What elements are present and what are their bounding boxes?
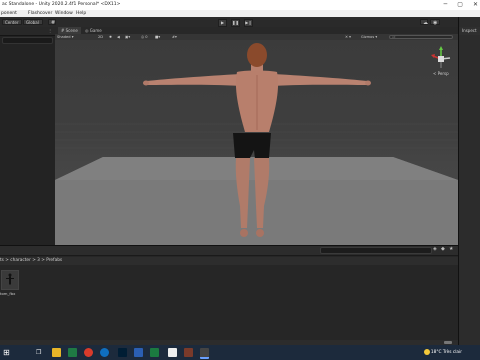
photoshop-icon[interactable]	[118, 348, 127, 357]
hierarchy-header: ⋮	[0, 27, 55, 36]
label-icon[interactable]: ◆	[441, 246, 445, 252]
sun-icon	[423, 348, 430, 355]
unity-icon[interactable]	[200, 348, 209, 359]
window-titlebar: ac Standalone - Unity 2020.2.4f1 Persona…	[0, 0, 480, 10]
grid-icon: #	[51, 20, 56, 26]
star-icon[interactable]: ★	[449, 246, 453, 252]
close-icon[interactable]: ✕	[473, 0, 478, 10]
tab-game-label: Game	[89, 28, 102, 33]
hierarchy-search[interactable]	[2, 37, 53, 44]
asset-thumbnail[interactable]	[1, 270, 19, 290]
opera-icon[interactable]	[84, 348, 93, 357]
task-view-icon[interactable]: ❐	[36, 348, 45, 357]
services-button[interactable]: ◉	[430, 19, 440, 26]
weather-text[interactable]: Très clair	[443, 350, 462, 355]
excel-icon[interactable]	[150, 348, 159, 357]
maximize-icon[interactable]: ▢	[457, 0, 463, 10]
project-search-input[interactable]	[320, 247, 432, 254]
global-label: Global	[26, 20, 39, 25]
breadcrumb: ts > character > 3 > Prefabs	[0, 257, 458, 265]
app-icon-green[interactable]	[68, 348, 77, 357]
step-button[interactable]: ▶❙	[244, 19, 253, 27]
app-icon-white[interactable]	[168, 348, 177, 357]
app-icon-brown[interactable]	[184, 348, 193, 357]
persp-label[interactable]: < Persp	[433, 71, 449, 76]
project-toolbar: ◈ ◆ ★	[0, 246, 458, 256]
scene-tab-icon: #	[61, 28, 65, 33]
tab-game[interactable]: ◎ Game	[82, 27, 105, 34]
minimize-icon[interactable]: ─	[444, 0, 448, 10]
play-button[interactable]: ▶	[218, 19, 227, 27]
user-icon: ◉	[433, 20, 438, 26]
hierarchy-panel: ⋮	[0, 27, 56, 245]
menu-bar: ponent Flashcover Window Help	[0, 10, 480, 17]
windows-start-icon[interactable]: ⊞	[3, 348, 12, 357]
tab-scene[interactable]: # Scene	[58, 27, 81, 34]
menu-item-flashcover[interactable]: Flashcover	[28, 10, 52, 17]
grid-snap-button[interactable]: #	[48, 19, 56, 26]
inspector-header: Inspect	[459, 27, 480, 35]
collab-button[interactable]: ☁	[420, 19, 428, 26]
scene-tabbar: # Scene ◎ Game	[55, 27, 458, 34]
file-explorer-icon[interactable]	[52, 348, 61, 357]
camera-icon: ■▾	[155, 35, 161, 39]
tab-scene-label: Scene	[65, 28, 78, 33]
cloud-icon: ☁	[423, 20, 428, 26]
scene-render: < Persp	[55, 43, 458, 245]
scene-search-input[interactable]	[389, 35, 453, 39]
step-icon: ▶❙	[245, 20, 252, 25]
menu-item-window[interactable]: Window	[55, 10, 73, 17]
effects-icon: ▣▾	[125, 35, 131, 39]
shading-mode-label: Shaded	[57, 35, 71, 39]
panel-menu-icon[interactable]: ⋮	[48, 28, 52, 33]
filter-icon[interactable]: ◈	[433, 246, 437, 252]
light-icon: ✹	[109, 35, 113, 39]
word-icon[interactable]	[134, 348, 143, 357]
tools-icon: ✕ ▾	[345, 35, 351, 39]
orientation-gizmo[interactable]	[431, 46, 451, 68]
asset-label: tom_fbx	[0, 291, 16, 296]
breadcrumb-text[interactable]: ts > character > 3 > Prefabs	[0, 258, 62, 263]
play-icon: ▶	[220, 20, 225, 25]
window-title: ac Standalone - Unity 2020.2.4f1 Persona…	[2, 2, 121, 7]
edge-icon[interactable]	[100, 348, 109, 357]
windows-taskbar: ⊞ ❐ 18°C Très clair	[0, 345, 480, 360]
gizmos-label: Gizmos	[361, 35, 375, 39]
game-tab-icon: ◎	[85, 28, 89, 33]
character-thumbnail-icon	[2, 271, 18, 289]
mode-2d-label: 2D	[98, 35, 104, 39]
grid-toggle-icon: #▾	[172, 35, 177, 39]
global-toggle[interactable]: Global	[23, 19, 43, 25]
menu-item-component[interactable]: ponent	[1, 10, 17, 17]
center-toggle[interactable]: Center	[2, 19, 22, 25]
project-panel: ◈ ◆ ★ ts > character > 3 > Prefabs tom_f…	[0, 245, 458, 346]
scene-viewport[interactable]: < Persp	[55, 40, 458, 245]
menu-item-help[interactable]: Help	[76, 10, 86, 17]
inspector-title[interactable]: Inspect	[462, 28, 477, 33]
speaker-icon: ◀	[117, 35, 120, 39]
inspector-panel: Inspect	[458, 17, 480, 345]
pause-icon: ❚❚	[232, 20, 239, 25]
center-label: Center	[5, 20, 19, 25]
pause-button[interactable]: ❚❚	[231, 19, 240, 27]
temperature-text[interactable]: 18°C	[431, 350, 442, 355]
eye-icon: ◎ 0	[141, 35, 148, 39]
system-tray: 18°C Très clair	[423, 345, 480, 360]
icon-size-slider[interactable]	[444, 341, 452, 344]
